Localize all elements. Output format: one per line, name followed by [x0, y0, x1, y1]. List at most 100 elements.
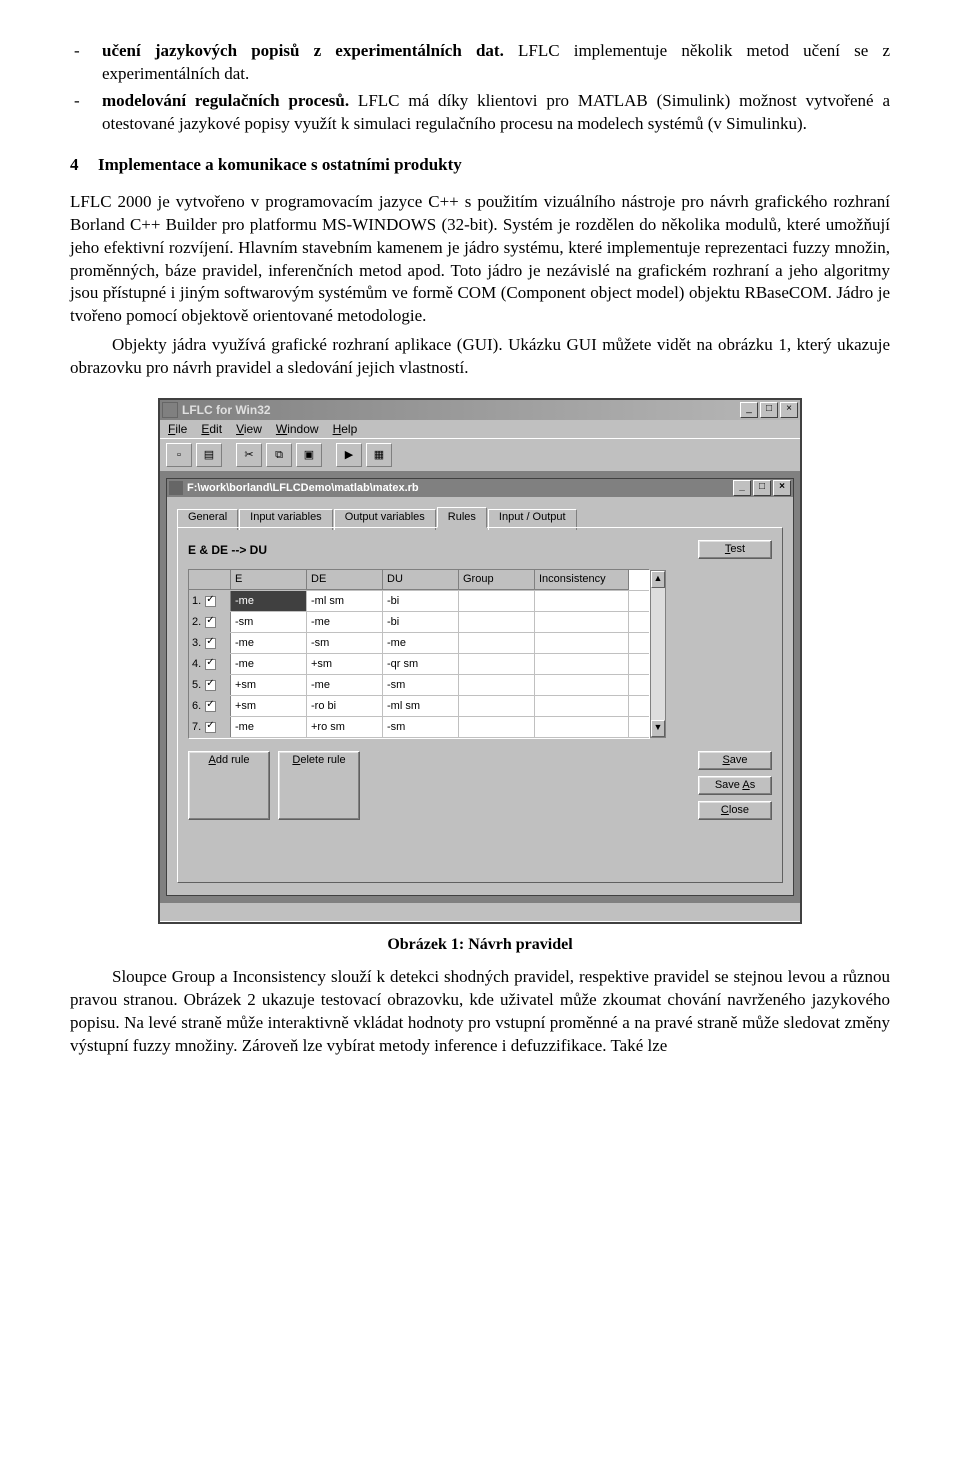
add-rule-button[interactable]: Add rule	[188, 751, 270, 820]
save-button[interactable]: Save	[698, 751, 772, 770]
rule-expression: E & DE --> DU	[188, 544, 267, 556]
bullet-lead: modelování regulačních procesů.	[102, 91, 349, 110]
cell-group[interactable]	[459, 612, 535, 632]
doc-close-button[interactable]: ×	[773, 480, 791, 496]
cell-de[interactable]: -me	[307, 675, 383, 695]
bullet-dash: -	[70, 40, 102, 86]
cell-group[interactable]	[459, 717, 535, 737]
window-controls: _ □ ×	[740, 402, 798, 418]
table-row[interactable]: 7. -me +ro sm -sm	[189, 717, 649, 738]
new-icon[interactable]: ▫	[166, 443, 192, 467]
cell-e[interactable]: +sm	[231, 696, 307, 716]
minimize-button[interactable]: _	[740, 402, 758, 418]
table-row[interactable]: 3. -me -sm -me	[189, 633, 649, 654]
cell-group[interactable]	[459, 675, 535, 695]
cell-group[interactable]	[459, 696, 535, 716]
open-icon[interactable]: ▤	[196, 443, 222, 467]
table-row[interactable]: 4. -me +sm -qr sm	[189, 654, 649, 675]
row-number: 7.	[189, 717, 231, 737]
cell-de[interactable]: +sm	[307, 654, 383, 674]
cell-e[interactable]: -me	[231, 654, 307, 674]
table-row[interactable]: 5. +sm -me -sm	[189, 675, 649, 696]
cell-inconsistency[interactable]	[535, 675, 629, 695]
table-row[interactable]: 1. -me -ml sm -bi	[189, 591, 649, 612]
delete-rule-button[interactable]: Delete rule	[278, 751, 360, 820]
cell-de[interactable]: -ml sm	[307, 591, 383, 611]
document-path: F:\work\borland\LFLCDemo\matlab\matex.rb	[187, 483, 733, 494]
table-row[interactable]: 2. -sm -me -bi	[189, 612, 649, 633]
cell-de[interactable]: -me	[307, 612, 383, 632]
cut-icon[interactable]: ✂	[236, 443, 262, 467]
tab-rules[interactable]: Rules	[437, 507, 487, 528]
cell-e[interactable]: -me	[231, 633, 307, 653]
cell-e[interactable]: +sm	[231, 675, 307, 695]
screenshot-wrap: LFLC for Win32 _ □ × File Edit View Wind…	[70, 398, 890, 924]
row-number: 2.	[189, 612, 231, 632]
section-number: 4	[70, 154, 98, 177]
menu-window[interactable]: Window	[276, 423, 319, 435]
cell-inconsistency[interactable]	[535, 654, 629, 674]
cell-du[interactable]: -me	[383, 633, 459, 653]
maximize-button[interactable]: □	[760, 402, 778, 418]
mdi-client: F:\work\borland\LFLCDemo\matlab\matex.rb…	[160, 472, 800, 902]
copy-icon[interactable]: ⧉	[266, 443, 292, 467]
save-as-button[interactable]: Save As	[698, 776, 772, 795]
cell-inconsistency[interactable]	[535, 717, 629, 737]
paste-icon[interactable]: ▣	[296, 443, 322, 467]
cell-du[interactable]: -sm	[383, 675, 459, 695]
row-checkbox[interactable]	[205, 680, 216, 691]
cell-e[interactable]: -sm	[231, 612, 307, 632]
scroll-up-icon[interactable]: ▲	[651, 571, 665, 588]
menu-file[interactable]: File	[168, 423, 187, 435]
app-title: LFLC for Win32	[182, 404, 740, 416]
row-checkbox[interactable]	[205, 596, 216, 607]
cell-de[interactable]: -sm	[307, 633, 383, 653]
cell-inconsistency[interactable]	[535, 696, 629, 716]
row-number: 4.	[189, 654, 231, 674]
cell-e[interactable]: -me	[231, 591, 307, 611]
table-row[interactable]: 6. +sm -ro bi -ml sm	[189, 696, 649, 717]
grid-header: E DE DU Group Inconsistency	[189, 570, 649, 591]
menu-edit[interactable]: Edit	[201, 423, 222, 435]
row-checkbox[interactable]	[205, 617, 216, 628]
doc-maximize-button[interactable]: □	[753, 480, 771, 496]
cell-du[interactable]: -bi	[383, 591, 459, 611]
chart-icon[interactable]: ▦	[366, 443, 392, 467]
cell-de[interactable]: -ro bi	[307, 696, 383, 716]
run-icon[interactable]: ▶	[336, 443, 362, 467]
cell-du[interactable]: -bi	[383, 612, 459, 632]
col-de: DE	[307, 570, 383, 590]
col-du: DU	[383, 570, 459, 590]
bullet-text: modelování regulačních procesů. LFLC má …	[102, 90, 890, 136]
row-checkbox[interactable]	[205, 701, 216, 712]
scroll-down-icon[interactable]: ▼	[651, 720, 665, 737]
row-checkbox[interactable]	[205, 638, 216, 649]
menu-view[interactable]: View	[236, 423, 262, 435]
cell-inconsistency[interactable]	[535, 591, 629, 611]
cell-du[interactable]: -ml sm	[383, 696, 459, 716]
app-icon	[162, 402, 178, 418]
menu-help[interactable]: Help	[333, 423, 358, 435]
grid-scrollbar[interactable]: ▲ ▼	[650, 570, 666, 738]
document-window: F:\work\borland\LFLCDemo\matlab\matex.rb…	[166, 478, 794, 896]
row-number: 6.	[189, 696, 231, 716]
close-panel-button[interactable]: Close	[698, 801, 772, 820]
doc-minimize-button[interactable]: _	[733, 480, 751, 496]
cell-e[interactable]: -me	[231, 717, 307, 737]
cell-inconsistency[interactable]	[535, 612, 629, 632]
cell-de[interactable]: +ro sm	[307, 717, 383, 737]
toolbar: ▫ ▤ ✂ ⧉ ▣ ▶ ▦	[160, 438, 800, 472]
cell-group[interactable]	[459, 633, 535, 653]
bullet-item: - modelování regulačních procesů. LFLC m…	[70, 90, 890, 136]
cell-du[interactable]: -sm	[383, 717, 459, 737]
paragraph: Objekty jádra využívá grafické rozhraní …	[70, 334, 890, 380]
close-button[interactable]: ×	[780, 402, 798, 418]
row-checkbox[interactable]	[205, 659, 216, 670]
cell-inconsistency[interactable]	[535, 633, 629, 653]
cell-group[interactable]	[459, 654, 535, 674]
rules-grid: E DE DU Group Inconsistency 1. -me -ml	[188, 569, 650, 739]
cell-group[interactable]	[459, 591, 535, 611]
cell-du[interactable]: -qr sm	[383, 654, 459, 674]
test-button[interactable]: Test	[698, 540, 772, 559]
row-checkbox[interactable]	[205, 722, 216, 733]
